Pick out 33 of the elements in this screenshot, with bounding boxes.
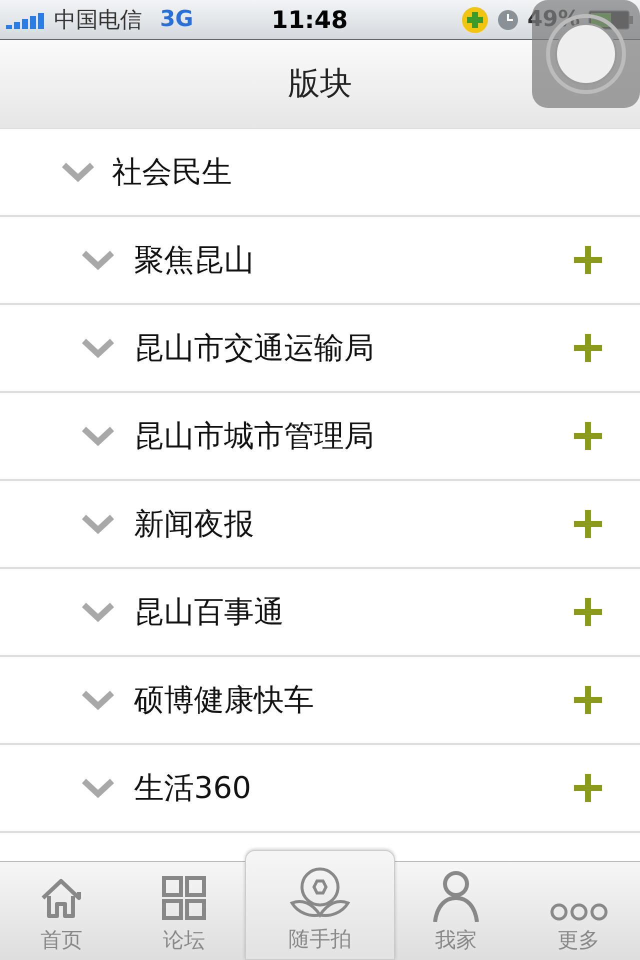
add-icon[interactable]: [574, 246, 602, 274]
person-icon: [432, 870, 480, 922]
forum-row[interactable]: 昆山百事通: [0, 569, 640, 657]
add-icon[interactable]: [574, 686, 602, 714]
page-title: 版块: [288, 63, 352, 104]
more-icon: [548, 902, 609, 922]
clock-icon: [497, 8, 520, 30]
forum-row[interactable]: 昆山市城市管理局: [0, 393, 640, 481]
add-icon[interactable]: [574, 774, 602, 802]
signal-icon: [6, 10, 46, 28]
forum-row[interactable]: 硕博健康快车: [0, 657, 640, 745]
forum-label: 聚焦昆山: [134, 242, 255, 280]
add-icon[interactable]: [574, 422, 602, 450]
plus-badge-icon: [461, 6, 490, 34]
forum-row[interactable]: 生活360: [0, 745, 640, 833]
forum-label: 昆山百事通: [134, 594, 285, 632]
forum-label: 新闻夜报: [134, 506, 255, 544]
forum-label: 昆山市城市管理局: [134, 418, 375, 456]
carrier-name: 中国电信: [54, 6, 142, 34]
forum-label: 生活360: [134, 770, 252, 808]
grid-icon: [160, 874, 208, 922]
add-icon[interactable]: [574, 334, 602, 362]
add-icon[interactable]: [574, 510, 602, 538]
forum-row[interactable]: 聚焦昆山: [0, 217, 640, 305]
forum-row[interactable]: 新闻夜报: [0, 481, 640, 569]
network-type: 3G: [160, 7, 194, 32]
forum-label: 硕博健康快车: [134, 682, 315, 720]
forum-label: 昆山市交通运输局: [134, 330, 375, 368]
forum-row[interactable]: 昆山市交通运输局: [0, 305, 640, 393]
add-icon[interactable]: [574, 598, 602, 626]
section-label: 社会民生: [112, 154, 233, 192]
clock-time: 11:48: [271, 6, 349, 34]
section-row[interactable]: 社会民生: [0, 129, 640, 217]
